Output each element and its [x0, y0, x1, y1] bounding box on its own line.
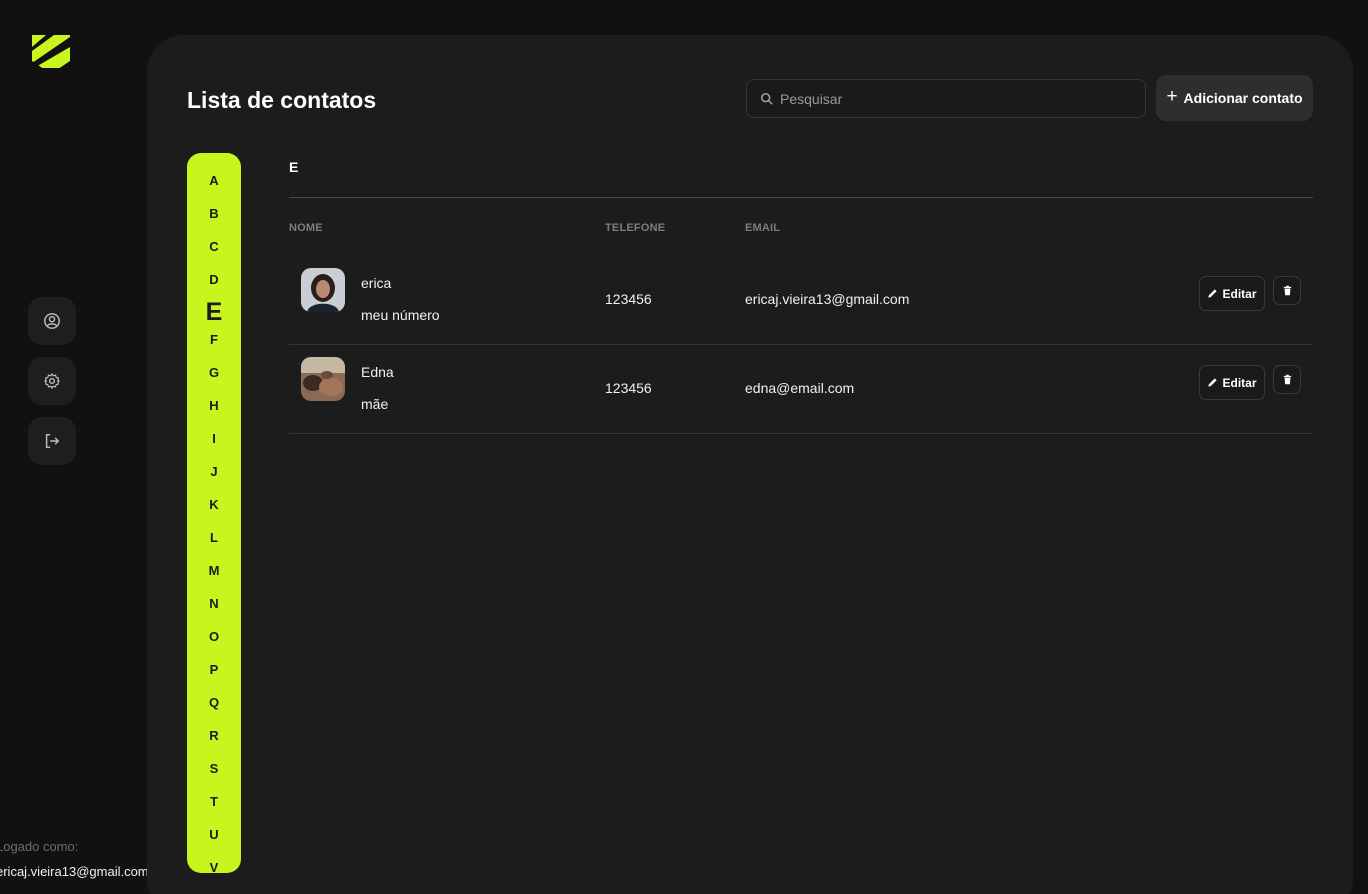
contact-phone: 123456	[605, 291, 652, 307]
contact-name: Edna	[361, 364, 394, 380]
column-header-name: NOME	[289, 222, 323, 234]
user-circle-icon	[44, 313, 60, 329]
pencil-icon	[1208, 378, 1218, 387]
alphabet-letter-t[interactable]: T	[187, 792, 241, 825]
alphabet-letter-e[interactable]: E	[187, 297, 241, 330]
section-letter: E	[289, 159, 299, 175]
column-header-email: EMAIL	[745, 222, 781, 234]
section-divider	[289, 197, 1313, 198]
alphabet-letter-v[interactable]: V	[187, 858, 241, 873]
edit-button[interactable]: Editar	[1199, 276, 1265, 311]
trash-icon	[1283, 285, 1291, 296]
edit-label: Editar	[1222, 286, 1257, 301]
logged-as-label: Logado como:	[0, 839, 79, 854]
alphabet-letter-c[interactable]: C	[187, 237, 241, 270]
alphabet-letter-a[interactable]: A	[187, 171, 241, 204]
app-logo[interactable]	[30, 33, 72, 75]
column-header-phone: TELEFONE	[605, 222, 666, 234]
contact-phone: 123456	[605, 380, 652, 396]
search-input[interactable]	[780, 90, 1120, 107]
edit-label: Editar	[1222, 375, 1257, 390]
contact-email: edna@email.com	[745, 380, 855, 396]
add-contact-button[interactable]: + Adicionar contato	[1156, 75, 1313, 121]
alphabet-letter-i[interactable]: I	[187, 429, 241, 462]
alphabet-letter-f[interactable]: F	[187, 330, 241, 363]
alphabet-letter-n[interactable]: N	[187, 594, 241, 627]
logout-icon	[45, 433, 60, 449]
logged-user-email: ericaj.vieira13@gmail.com	[0, 864, 149, 879]
alphabet-letter-j[interactable]: J	[187, 462, 241, 495]
pencil-icon	[1208, 289, 1218, 298]
edit-button[interactable]: Editar	[1199, 365, 1265, 400]
search-icon	[760, 92, 773, 105]
contacts-panel: Lista de contatos + Adicionar contato AB…	[147, 35, 1353, 894]
alphabet-letter-p[interactable]: P	[187, 660, 241, 693]
add-contact-label: Adicionar contato	[1183, 90, 1303, 106]
alphabet-letter-r[interactable]: R	[187, 726, 241, 759]
avatar	[301, 268, 345, 312]
alphabet-letter-u[interactable]: U	[187, 825, 241, 858]
shield-stripes-icon	[32, 35, 70, 68]
page-title: Lista de contatos	[187, 87, 377, 113]
delete-button[interactable]	[1273, 276, 1301, 305]
search-box[interactable]	[746, 79, 1146, 118]
gear-icon	[44, 373, 60, 389]
alphabet-letter-q[interactable]: Q	[187, 693, 241, 726]
alphabet-letter-k[interactable]: K	[187, 495, 241, 528]
sidebar-item-logout[interactable]	[28, 417, 76, 465]
avatar	[301, 357, 345, 401]
alphabet-letter-o[interactable]: O	[187, 627, 241, 660]
alphabet-letter-g[interactable]: G	[187, 363, 241, 396]
sidebar-item-settings[interactable]	[28, 357, 76, 405]
alphabet-letter-l[interactable]: L	[187, 528, 241, 561]
table-row: Edna mãe 123456 edna@email.com Editar	[289, 345, 1313, 434]
trash-icon	[1283, 374, 1291, 385]
sidebar-item-profile[interactable]	[28, 297, 76, 345]
alphabet-letter-b[interactable]: B	[187, 204, 241, 237]
alphabet-letter-s[interactable]: S	[187, 759, 241, 792]
contact-name: erica	[361, 275, 392, 291]
alphabet-letter-m[interactable]: M	[187, 561, 241, 594]
contact-note: mãe	[361, 396, 389, 412]
alphabet-index: ABCDEFGHIJKLMNOPQRSTUV	[187, 153, 241, 873]
contact-email: ericaj.vieira13@gmail.com	[745, 291, 910, 307]
delete-button[interactable]	[1273, 365, 1301, 394]
contact-note: meu número	[361, 307, 440, 323]
table-row: erica meu número 123456 ericaj.vieira13@…	[289, 256, 1313, 345]
plus-icon: +	[1166, 86, 1178, 107]
alphabet-letter-h[interactable]: H	[187, 396, 241, 429]
